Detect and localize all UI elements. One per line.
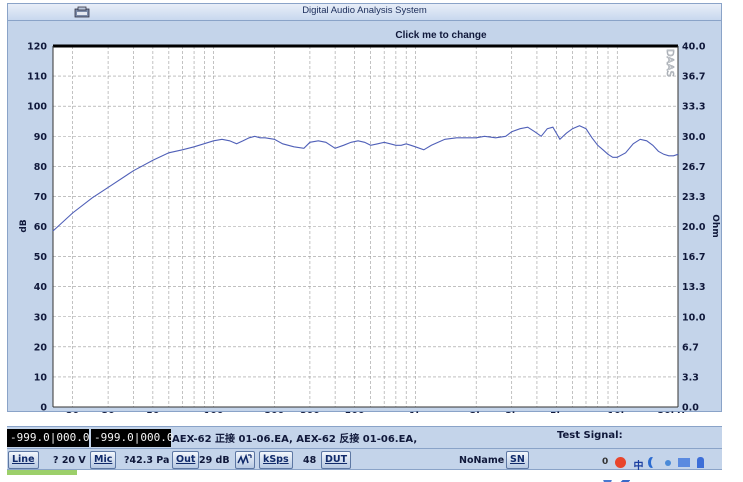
y2-axis-ticks: 0.03.36.710.013.316.720.023.326.730.033.… [682,42,706,414]
y-tick-label: 50 [34,252,48,263]
line-value: ? 20 V [53,455,86,466]
mic-value: ?42.3 Pa [124,455,170,466]
y-tick-label: 70 [34,192,48,203]
y2-tick-label: 23.3 [682,192,705,203]
y-tick-label: 100 [27,102,47,113]
y2-tick-label: 40.0 [682,42,706,53]
x-tick-label: 50 [146,411,160,413]
x-tick-label: 200 [264,411,284,413]
y2-tick-label: 33.3 [682,102,705,113]
y2-tick-label: 36.7 [682,72,705,83]
control-bar: Line ? 20 V Mic ?42.3 Pa Out 29 dB kSps … [7,448,722,482]
y2-tick-label: 13.3 [682,282,705,293]
x-tick-label: 500 [345,411,365,413]
x-tick-label: 20 [66,411,80,413]
system-tray: 0 中 [602,452,720,482]
sn-button[interactable]: SN [506,451,529,469]
analysis-window: Click me to change dB Ohm DAAS 0 10 20 30 40… [7,20,723,413]
readout-bar: -999.0|000.0 -999.0|000.0 AEX-62 正接 01-0… [7,426,722,448]
y-tick-label: 40 [34,282,48,293]
y2-tick-label: 10.0 [682,312,706,323]
chart-title[interactable]: Click me to change [395,30,487,41]
lcd-readout-2: -999.0|000.0 [91,429,173,447]
frequency-response-chart[interactable]: Click me to change dB Ohm DAAS 0 10 20 30 40… [8,21,723,413]
x-tick-label: 10k [607,411,627,413]
keyboard-icon[interactable] [677,458,690,467]
x-tick-label: 2k [470,411,484,413]
y-tick-label: 30 [34,312,48,323]
signal-generator-button[interactable] [235,451,255,469]
tray-number: 0 [602,457,609,467]
y-axis-ticks: 0 10 20 30 40 50 60 70 80 90 100 110 120 [27,42,47,414]
line-button[interactable]: Line [8,451,39,469]
y2-tick-label: 16.7 [682,252,705,263]
y-tick-label: 10 [34,372,48,383]
y2-tick-label: 3.3 [682,372,699,383]
x-tick-label: 5k [550,411,564,413]
y2-axis-label: Ohm [710,214,720,237]
sogou-icon[interactable] [615,457,627,468]
user-icon[interactable] [696,457,704,468]
y-tick-label: 60 [34,222,48,233]
out-button[interactable]: Out [172,451,200,469]
x-tick-label: 30 [101,411,115,413]
lcd-readout-1: -999.0|000.0 [7,429,89,447]
dut-button[interactable]: DUT [321,451,352,469]
y2-tick-label: 26.7 [682,162,705,173]
out-value: 29 dB [199,455,230,466]
waveform-icon [237,453,252,466]
y-tick-label: 0 [40,403,47,414]
moon-icon[interactable] [651,457,658,468]
x-axis-ticks: 20 30 50 100 200 300 500 1k 2k 3k 5k 10k 20kHz [66,411,691,413]
punctuation-icon[interactable] [664,459,671,466]
ksps-value: 48 [303,455,317,466]
y-tick-label: 20 [34,342,48,353]
x-tick-label: 100 [204,411,224,413]
bottom-strip [7,470,722,480]
y2-tick-label: 30.0 [682,132,706,143]
window-titlebar: Digital Audio Analysis System [7,3,722,20]
mic-button[interactable]: Mic [90,451,117,469]
y2-tick-label: 20.0 [682,222,706,233]
x-tick-label: 20kHz [657,411,690,413]
test-signal-label: Test Signal: [557,430,623,441]
bottom-accent [7,470,77,475]
x-tick-label: 1k [409,411,423,413]
daas-watermark: DAAS [664,49,675,77]
y2-tick-label: 6.7 [682,342,699,353]
x-tick-label: 3k [505,411,519,413]
window-title: Digital Audio Analysis System [302,5,427,16]
x-tick-label: 300 [300,411,320,413]
y-tick-label: 80 [34,162,48,173]
y-tick-label: 110 [27,72,47,83]
ime-chinese-indicator[interactable]: 中 [633,457,643,472]
measurement-list: AEX-62 正接 01-06.EA, AEX-62 反接 01-06.EA, [172,434,418,445]
ksps-button[interactable]: kSps [259,451,293,469]
y-tick-label: 120 [27,42,47,53]
y-tick-label: 90 [34,132,48,143]
noname-label: NoName [459,455,505,466]
y-axis-label: dB [19,219,29,232]
